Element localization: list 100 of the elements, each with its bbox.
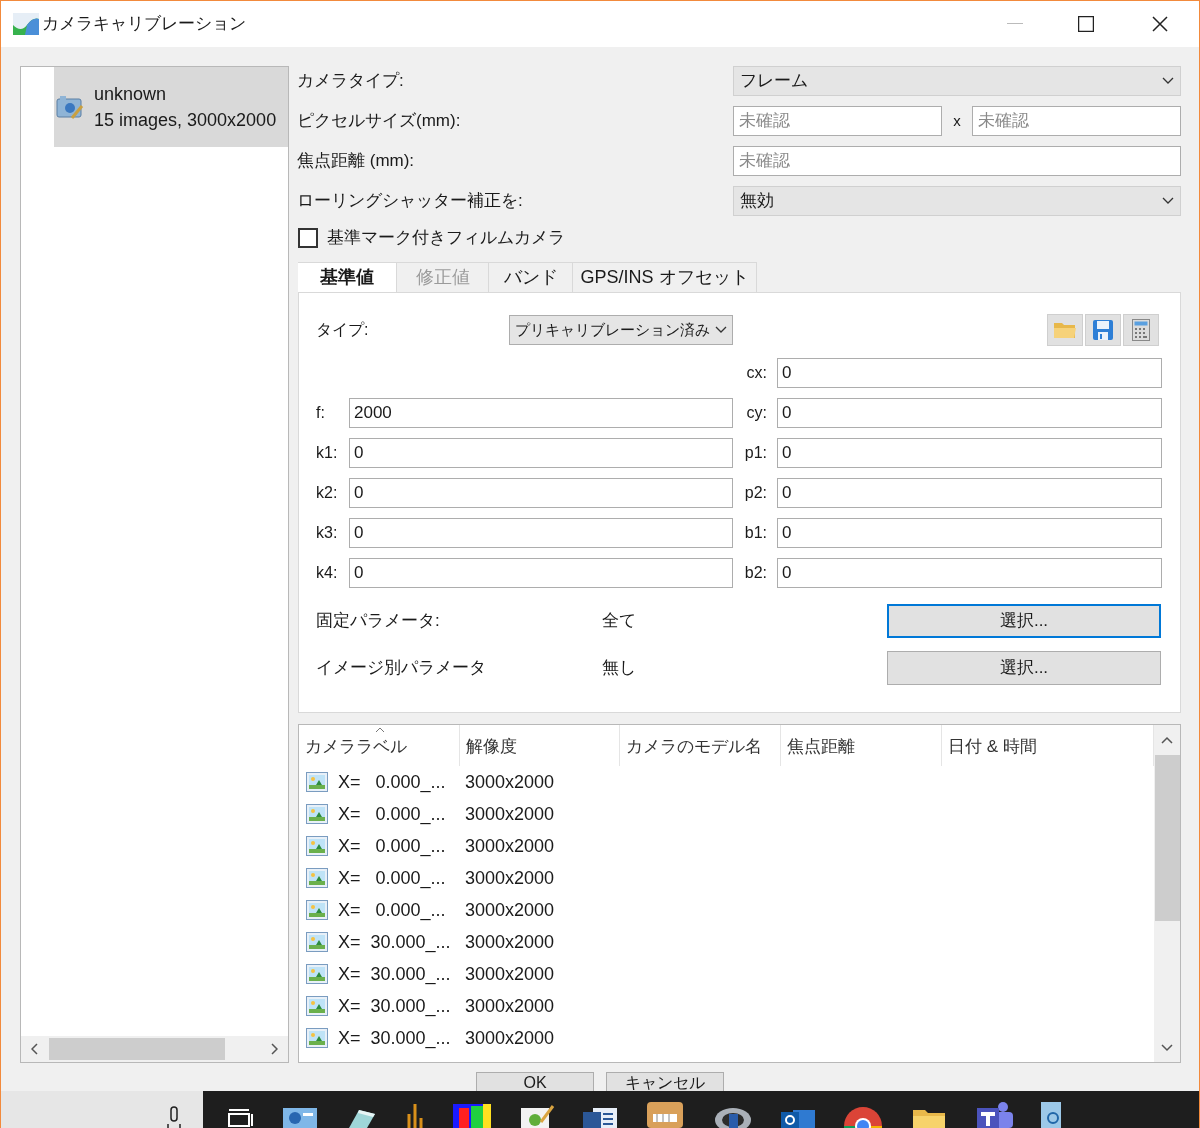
camera-name: unknown [94,83,168,106]
input-field[interactable]: 0 [777,558,1162,588]
field-label: 固定パラメータ: [316,610,441,633]
input-field[interactable]: 0 [349,438,733,468]
camera-icon [56,94,84,120]
table-cell-text: X= 30.000_... [338,962,451,987]
table-cell-text: X= 30.000_... [338,994,451,1019]
scrollbar-thumb[interactable] [1154,755,1180,921]
field-label: ピクセルサイズ(mm): [297,110,462,133]
image-icon [306,996,328,1016]
app-icon[interactable] [645,1100,685,1128]
type-dropdown[interactable]: プリキャリブレーション済み [509,315,733,345]
image-icon [306,804,328,824]
param-label: b1: [744,523,768,543]
app-logo-icon [13,13,39,35]
table-cell-text: X= 0.000_... [338,802,446,827]
app-icon[interactable] [713,1106,753,1128]
field-label: 焦点距離 (mm): [297,150,416,173]
param-label: k2: [316,483,339,503]
select-button[interactable]: 選択... [887,651,1161,685]
dialog-button[interactable]: OK [476,1072,594,1091]
field-label: カメラタイプ: [297,70,405,93]
close-icon[interactable] [1152,16,1168,32]
sort-ascending-icon [375,727,385,733]
table-cell-text: 3000x2000 [464,994,555,1018]
image-icon [306,1028,328,1048]
chevron-down-icon [1162,197,1174,205]
chevron-down-icon [1162,77,1174,85]
scroll-up-icon[interactable] [1161,736,1173,744]
horizontal-scrollbar[interactable] [21,1036,288,1062]
camera-list-item[interactable]: unknown 15 images, 3000x2000 [54,67,288,147]
table-cell-text: X= 30.000_... [338,930,451,955]
input-field[interactable]: 未確認 [733,146,1181,176]
table-cell-text: 3000x2000 [464,866,555,890]
table-cell-text: 3000x2000 [464,962,555,986]
chrome-icon[interactable] [843,1106,883,1128]
table-cell-text: 3000x2000 [464,1026,555,1050]
tab[interactable]: 基準値 [298,262,397,292]
param-label: k1: [316,443,339,463]
window-title: カメラキャリブレーション [42,13,246,36]
param-label: f: [316,403,326,423]
param-label: k3: [316,523,339,543]
app-icon[interactable] [453,1104,491,1128]
checkbox[interactable] [298,228,318,248]
app-icon[interactable] [405,1104,425,1128]
maximize-icon[interactable] [1078,16,1094,32]
input-field[interactable]: 0 [349,478,733,508]
image-icon [306,772,328,792]
input-field[interactable]: 0 [777,478,1162,508]
tab[interactable]: バンド [489,262,573,292]
image-icon [306,964,328,984]
table-cell-text: X= 0.000_... [338,866,446,891]
column-header[interactable]: 焦点距離 [781,725,942,766]
dropdown[interactable]: フレーム [733,66,1181,96]
scroll-down-icon[interactable] [1161,1044,1173,1052]
field-value: 全て [602,610,637,633]
input-field[interactable]: 0 [777,358,1162,388]
input-field[interactable]: 0 [777,398,1162,428]
input-field[interactable]: 未確認 [733,106,942,136]
camera-detail: 15 images, 3000x2000 [94,109,277,132]
field-label: イメージ別パラメータ [316,657,487,680]
input-field[interactable]: 0 [349,518,733,548]
vertical-scrollbar[interactable] [1154,725,1180,1062]
scrollbar-thumb[interactable] [49,1038,225,1060]
input-field[interactable]: 2000 [349,398,733,428]
save-icon [1092,319,1114,341]
calculator-button[interactable] [1123,314,1159,346]
field-label: タイプ: [316,320,370,340]
task-view-icon[interactable] [227,1108,255,1128]
image-icon [306,836,328,856]
column-header[interactable]: カメラのモデル名 [620,725,781,766]
table-cell-text: X= 30.000_... [338,1026,451,1051]
column-header[interactable]: カメララベル [299,725,460,766]
scroll-right-icon[interactable] [270,1043,278,1055]
select-button[interactable]: 選択... [887,604,1161,638]
input-field[interactable]: 0 [349,558,733,588]
input-field[interactable]: 0 [777,438,1162,468]
dropdown[interactable]: 無効 [733,186,1181,216]
save-button[interactable] [1085,314,1121,346]
word-icon[interactable] [583,1106,617,1128]
input-field[interactable]: 未確認 [972,106,1181,136]
teams-icon[interactable] [975,1100,1013,1128]
tab[interactable]: GPS/INS オフセット [573,262,757,292]
calculator-icon [1132,319,1150,341]
param-label: p1: [744,443,768,463]
field-value: 無し [602,657,637,680]
param-label: p2: [744,483,768,503]
scroll-left-icon[interactable] [31,1043,39,1055]
chevron-down-icon [715,326,727,334]
image-icon [306,868,328,888]
dialog-button[interactable]: キャンセル [606,1072,724,1091]
input-field[interactable]: 0 [777,518,1162,548]
column-header[interactable]: 解像度 [460,725,620,766]
param-label: cx: [746,363,768,383]
param-label: k4: [316,563,339,583]
app-icon[interactable] [519,1104,555,1128]
field-label: ローリングシャッター補正を: [297,190,524,213]
param-label: b2: [744,563,768,583]
table-cell-text: X= 0.000_... [338,770,446,795]
image-icon [306,932,328,952]
